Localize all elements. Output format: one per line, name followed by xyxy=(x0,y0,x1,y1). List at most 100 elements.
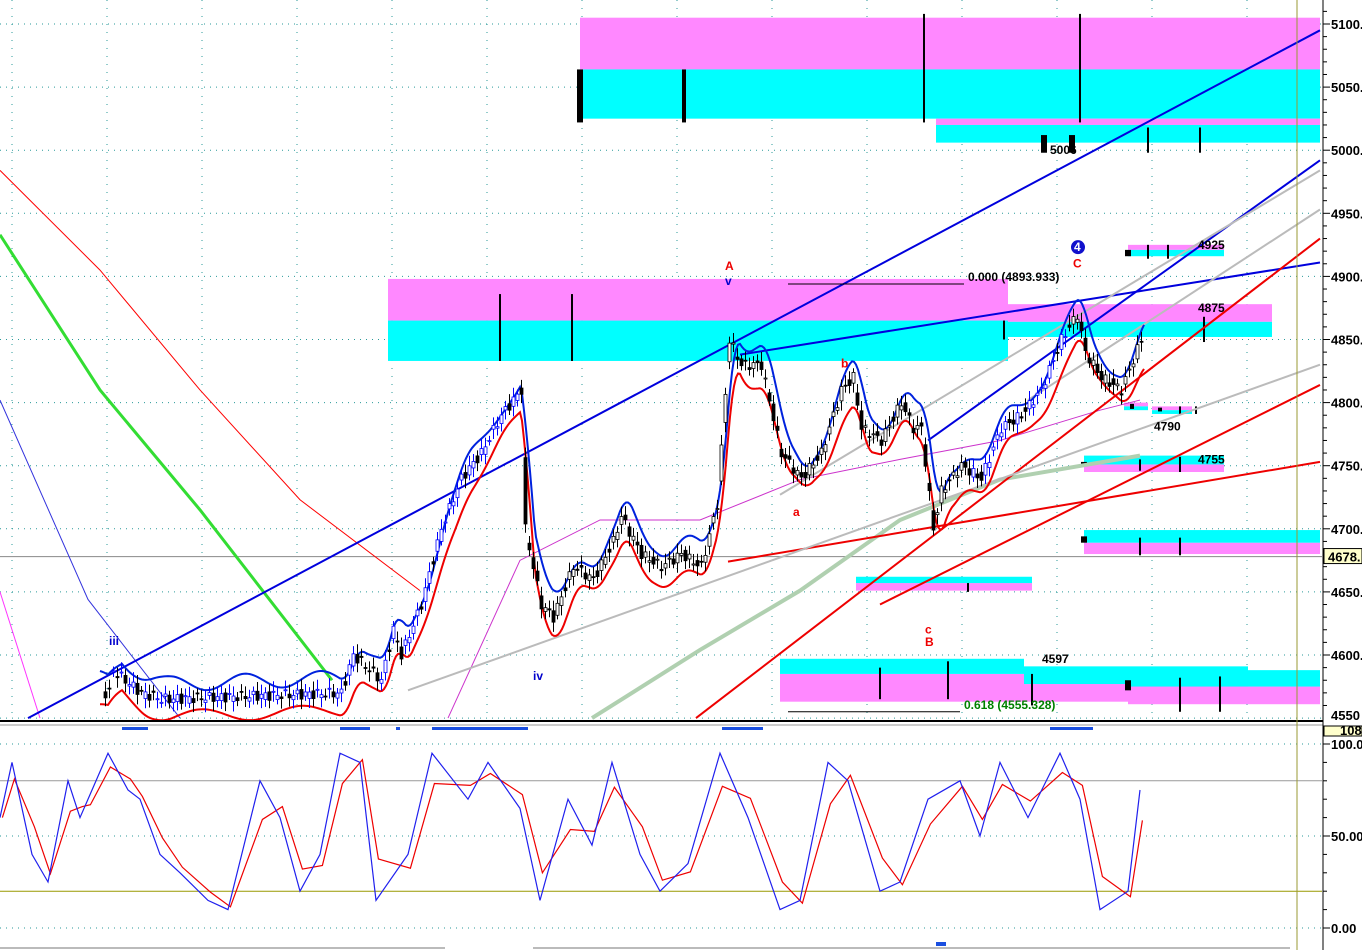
candle-body xyxy=(831,411,836,417)
wave-label: C xyxy=(1073,257,1082,271)
candle-body xyxy=(899,405,904,411)
zone-cyan xyxy=(1084,530,1320,543)
candle-body xyxy=(731,342,736,345)
zone-marker xyxy=(577,69,583,123)
candle-body xyxy=(119,671,124,674)
candle-body xyxy=(147,694,152,701)
signal-marker xyxy=(1050,727,1093,730)
candle-body xyxy=(179,693,184,704)
candle-body xyxy=(603,556,608,565)
candle-body xyxy=(691,563,696,566)
price-tick-label: 4750. xyxy=(1331,459,1362,474)
candle-body xyxy=(283,689,288,692)
price-tick-label: 5100. xyxy=(1331,17,1362,32)
candle-body xyxy=(983,463,988,476)
trading-chart[interactable]: 0.000 (4893.933) 0.618 (4555.328) 5006 4925… xyxy=(0,0,1362,950)
zone-marker xyxy=(1147,127,1149,153)
zone-marker xyxy=(1081,536,1087,543)
candle-body xyxy=(859,410,864,430)
candle-body xyxy=(751,362,756,369)
candle-body xyxy=(1131,363,1136,368)
candle-body xyxy=(495,426,500,429)
candle-body xyxy=(499,414,504,424)
candle-body xyxy=(343,681,348,686)
candle-body xyxy=(775,425,780,431)
candle-body xyxy=(947,479,952,482)
zone-marker xyxy=(1125,249,1131,257)
candle-body xyxy=(327,687,332,690)
candle-body xyxy=(707,533,712,547)
wave-label: B xyxy=(925,635,934,649)
candle-body xyxy=(111,670,116,673)
candle-body xyxy=(271,690,276,693)
candle-body xyxy=(295,689,300,695)
candle-body xyxy=(955,475,960,479)
candle-body xyxy=(815,455,820,461)
candle-body xyxy=(363,667,368,669)
candle-body xyxy=(163,693,168,697)
candle-body xyxy=(979,471,984,481)
zone-marker xyxy=(1179,677,1181,712)
candle-body xyxy=(1079,321,1084,332)
candle-body xyxy=(571,569,576,577)
candle-body xyxy=(467,465,472,476)
signal-marker xyxy=(936,942,946,946)
candle-body xyxy=(123,674,128,684)
candle-body xyxy=(319,694,324,699)
candle-body xyxy=(719,444,724,482)
trendline xyxy=(407,363,1321,692)
zone-marker xyxy=(879,667,881,700)
wave-label: 4 xyxy=(1074,240,1081,254)
candle-body xyxy=(787,455,792,460)
candle-body xyxy=(819,447,824,455)
candle-body xyxy=(551,610,556,623)
candle-body xyxy=(423,587,428,602)
candle-body xyxy=(839,386,844,402)
candle-body xyxy=(875,431,880,436)
candle-body xyxy=(1139,340,1144,343)
candle-body xyxy=(259,693,264,699)
candle-body xyxy=(803,472,808,479)
candle-body xyxy=(915,425,920,430)
zone-marker xyxy=(1139,537,1141,556)
candle-body xyxy=(1119,393,1124,396)
candle-body xyxy=(151,690,156,693)
candle-body xyxy=(887,425,892,428)
candle-body xyxy=(647,560,652,563)
current-price-label: 4678. xyxy=(1328,550,1361,565)
osc-tick-label: 50.00 xyxy=(1331,829,1362,844)
candle-body xyxy=(1011,419,1016,425)
zone-cyan xyxy=(936,124,1320,143)
candle-body xyxy=(643,551,648,558)
candle-body xyxy=(439,528,444,542)
candle-body xyxy=(791,467,796,474)
candle-body xyxy=(367,670,372,673)
price-tick-label: 4650. xyxy=(1331,585,1362,600)
candle-body xyxy=(247,697,252,702)
osc-tick-label: 0.00 xyxy=(1331,921,1356,936)
candle-body xyxy=(331,691,336,698)
candle-body xyxy=(235,697,240,702)
candle-body xyxy=(219,693,224,701)
candle-body xyxy=(827,426,832,435)
level-label: 5006 xyxy=(1050,143,1077,157)
zone-marker xyxy=(1179,456,1181,473)
candle-body xyxy=(491,424,496,430)
zone-marker xyxy=(499,294,501,361)
candle-body xyxy=(559,596,564,606)
zone-marker xyxy=(1179,406,1181,414)
zone-marker xyxy=(967,583,969,592)
candle-body xyxy=(663,563,668,569)
candle-body xyxy=(547,608,552,611)
candle-body xyxy=(1091,359,1096,366)
candle-body xyxy=(671,558,676,565)
candle-body xyxy=(971,468,976,478)
candle-body xyxy=(131,681,136,688)
price-tick-label: 5050. xyxy=(1331,80,1362,95)
candle-body xyxy=(231,695,236,702)
candle-body xyxy=(1111,378,1116,385)
candle-body xyxy=(943,489,948,493)
osc-top-tag-label: 108. xyxy=(1340,723,1362,738)
candle-body xyxy=(783,454,788,459)
candle-body xyxy=(407,637,412,644)
